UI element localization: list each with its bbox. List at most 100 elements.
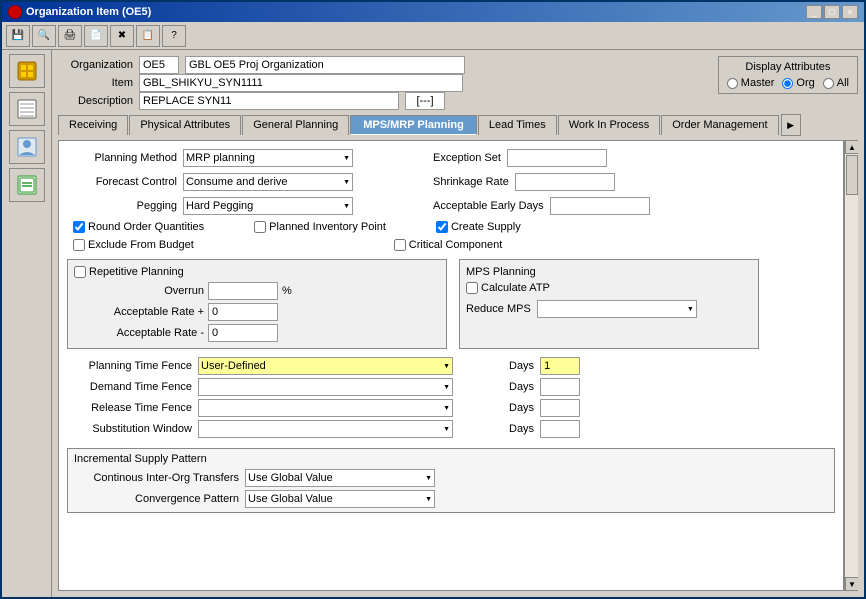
tab-general[interactable]: General Planning (242, 115, 349, 135)
release-tf-days-input[interactable] (540, 399, 580, 417)
sidebar-icon-4 (15, 173, 39, 197)
radio-all: All (823, 77, 849, 89)
forecast-control-row: Forecast Control Consume and derive Cons… (67, 173, 835, 191)
tab-lead-times[interactable]: Lead Times (478, 115, 557, 135)
close-button[interactable]: × (842, 5, 858, 19)
toolbar-delete-button[interactable]: ✖ (110, 25, 134, 47)
acceptable-early-days-input[interactable] (550, 197, 650, 215)
toolbar-query-button[interactable]: 🔍 (32, 25, 56, 47)
window-title: Organization Item (OE5) (26, 6, 151, 18)
round-order-label: Round Order Quantities (88, 221, 204, 233)
scroll-down-button[interactable]: ▼ (845, 577, 858, 591)
scroll-track[interactable] (845, 154, 858, 577)
planning-method-row: Planning Method MRP planning MPS plannin… (67, 149, 835, 167)
tab-mps-mrp[interactable]: MPS/MRP Planning (350, 115, 477, 135)
toolbar-save-button[interactable]: 💾 (6, 25, 30, 47)
substitution-window-select[interactable]: User-Defined (198, 420, 453, 438)
sidebar-btn-2[interactable] (9, 92, 45, 126)
continuous-select[interactable]: Use Global Value Yes No (245, 469, 435, 487)
maximize-button[interactable]: □ (824, 5, 840, 19)
forecast-control-select[interactable]: Consume and derive Consume Derive (183, 173, 353, 191)
critical-component-checkbox-label[interactable]: Critical Component (394, 239, 503, 251)
time-fences-section: Planning Time Fence User-Defined Cumulat… (67, 357, 835, 438)
radio-org-label: Org (796, 77, 814, 89)
tab-physical[interactable]: Physical Attributes (129, 115, 241, 135)
calculate-atp-checkbox[interactable] (466, 282, 478, 294)
convergence-select[interactable]: Use Global Value (245, 490, 435, 508)
repetitive-checkbox[interactable] (74, 266, 86, 278)
left-sidebar (2, 50, 52, 597)
reduce-mps-select[interactable]: Use Global Value (537, 300, 697, 318)
planning-tf-select-wrapper: User-Defined Cumulative mfg lead time Cu… (198, 357, 453, 375)
org-label: Organization (58, 59, 133, 71)
brackets-button[interactable]: [---] (405, 92, 445, 110)
sidebar-icon-3 (15, 135, 39, 159)
continuous-row: Continous Inter-Org Transfers Use Global… (74, 469, 828, 487)
critical-component-checkbox[interactable] (394, 239, 406, 251)
release-tf-select-wrapper: User-Defined (198, 399, 453, 417)
main-window: Organization Item (OE5) _ □ × 💾 🔍 🖨 📄 ✖ … (0, 0, 866, 599)
create-supply-checkbox-label[interactable]: Create Supply (436, 221, 521, 233)
incremental-title: Incremental Supply Pattern (74, 453, 828, 465)
calculate-atp-label[interactable]: Calculate ATP (466, 282, 752, 294)
overrun-unit: % (282, 285, 292, 297)
repetitive-section: Repetitive Planning Overrun % (67, 259, 447, 349)
panel-outer: Planning Method MRP planning MPS plannin… (58, 140, 858, 591)
radio-all-input[interactable] (823, 78, 834, 89)
radio-org-input[interactable] (782, 78, 793, 89)
scrollbar-right: ▲ ▼ (844, 140, 858, 591)
exclude-budget-checkbox-label[interactable]: Exclude From Budget (73, 239, 194, 251)
substitution-window-label: Substitution Window (67, 423, 192, 435)
tab-arrow-right[interactable]: ▶ (781, 114, 801, 136)
section-boxes-row: Repetitive Planning Overrun % (67, 257, 835, 351)
planned-inventory-checkbox[interactable] (254, 221, 266, 233)
toolbar-help-button[interactable]: ? (162, 25, 186, 47)
checkboxes-row-2: Exclude From Budget Critical Component (67, 239, 835, 251)
demand-tf-select[interactable]: User-Defined (198, 378, 453, 396)
sidebar-btn-1[interactable] (9, 54, 45, 88)
item-label: Item (58, 77, 133, 89)
convergence-label: Convergence Pattern (74, 493, 239, 505)
main-content: Organization Item Description [---] (2, 50, 864, 597)
top-section: Organization Item Description [---] (58, 56, 858, 110)
exclude-budget-checkbox[interactable] (73, 239, 85, 251)
overrun-input[interactable] (208, 282, 278, 300)
release-tf-row: Release Time Fence User-Defined Days (67, 399, 835, 417)
planning-tf-days-input[interactable] (540, 357, 580, 375)
substitution-window-days-input[interactable] (540, 420, 580, 438)
reduce-mps-label: Reduce MPS (466, 303, 531, 315)
shrinkage-rate-input[interactable] (515, 173, 615, 191)
acceptable-minus-input[interactable] (208, 324, 278, 342)
create-supply-checkbox[interactable] (436, 221, 448, 233)
item-input[interactable] (139, 74, 463, 92)
demand-tf-days-input[interactable] (540, 378, 580, 396)
scroll-up-button[interactable]: ▲ (845, 140, 858, 154)
org-name-input[interactable] (185, 56, 465, 74)
demand-tf-select-wrapper: User-Defined (198, 378, 453, 396)
tab-order-mgmt[interactable]: Order Management (661, 115, 778, 135)
release-tf-select[interactable]: User-Defined (198, 399, 453, 417)
sidebar-btn-4[interactable] (9, 168, 45, 202)
acceptable-plus-input[interactable] (208, 303, 278, 321)
pegging-select[interactable]: Hard Pegging Soft Pegging None (183, 197, 353, 215)
round-order-checkbox[interactable] (73, 221, 85, 233)
toolbar-new-button[interactable]: 📄 (84, 25, 108, 47)
tab-receiving[interactable]: Receiving (58, 115, 128, 135)
round-order-checkbox-label[interactable]: Round Order Quantities (73, 221, 204, 233)
toolbar-copy-button[interactable]: 📋 (136, 25, 160, 47)
planning-tf-select[interactable]: User-Defined Cumulative mfg lead time Cu… (198, 357, 453, 375)
minimize-button[interactable]: _ (806, 5, 822, 19)
planning-method-select[interactable]: MRP planning MPS planning Not planned (183, 149, 353, 167)
overrun-row: Overrun % (74, 282, 440, 300)
repetitive-checkbox-label[interactable]: Repetitive Planning (74, 266, 440, 278)
sidebar-btn-3[interactable] (9, 130, 45, 164)
tab-wip[interactable]: Work In Process (558, 115, 661, 135)
desc-input[interactable] (139, 92, 399, 110)
org-code-input[interactable] (139, 56, 179, 74)
planned-inventory-checkbox-label[interactable]: Planned Inventory Point (254, 221, 386, 233)
toolbar-print-button[interactable]: 🖨 (58, 25, 82, 47)
panel-content: Planning Method MRP planning MPS plannin… (67, 149, 835, 582)
radio-master-input[interactable] (727, 78, 738, 89)
radio-master: Master (727, 77, 775, 89)
exception-set-input[interactable] (507, 149, 607, 167)
